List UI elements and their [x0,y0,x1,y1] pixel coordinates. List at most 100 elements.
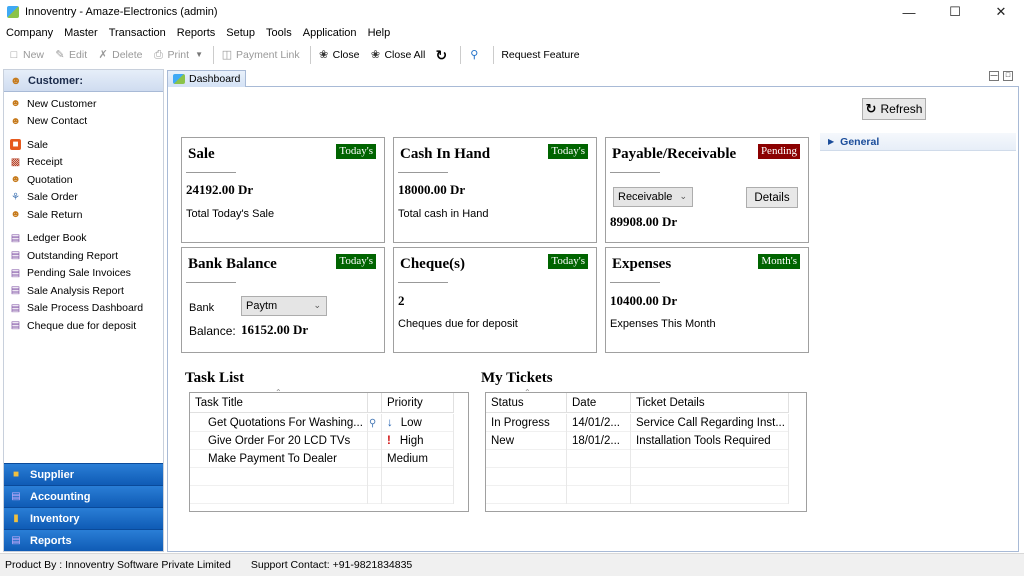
sidebar-nav-label: Inventory [30,512,80,525]
table-row[interactable]: Make Payment To Dealer Medium [190,450,454,468]
sidebar-item-new-customer[interactable]: ☻ New Customer [4,95,163,113]
close-button[interactable]: ❀ Close [318,49,359,61]
report-icon: ▤ [10,320,21,332]
column-header-ticket-details[interactable]: Ticket Details [631,393,789,413]
card-value: 2 [398,293,405,308]
table-row[interactable]: In Progress 14/01/2... Service Call Rega… [486,414,789,432]
bank-label: Bank [189,302,215,314]
menu-application[interactable]: Application [303,27,357,39]
minimize-panel-icon[interactable]: — [989,71,999,81]
toolbar-divider [493,45,495,64]
menu-setup[interactable]: Setup [226,27,255,39]
card-underline [186,172,236,173]
sidebar-nav-label: Supplier [30,468,75,481]
sidebar-item-new-contact[interactable]: ☻ New Contact [4,113,163,131]
task-list-title: Task List [185,370,245,386]
payment-link-button[interactable]: ◫ Payment Link [221,49,300,61]
card-value: 18000.00 Dr [398,182,466,197]
report-icon: ▤ [10,285,21,297]
column-header-date[interactable]: Date [567,393,631,413]
report-icon: ▤ [10,250,21,262]
close-all-button[interactable]: ❀ Close All [369,49,425,61]
search-button[interactable]: ⚲ [468,49,483,61]
sidebar-item-label: Sale Process Dashboard [27,302,144,315]
quotation-icon: ☻ [10,174,21,186]
minimize-icon[interactable]: — [886,0,932,24]
ticket-details-cell: Installation Tools Required [631,432,789,450]
edit-icon: ✎ [55,48,65,61]
sidebar-item-label: New Customer [27,97,97,110]
menu-reports[interactable]: Reports [177,27,216,39]
request-feature-button[interactable]: Request Feature [501,49,579,61]
sidebar-item-cheque-due[interactable]: ▤ Cheque due for deposit [4,317,163,335]
ticket-details-cell: Service Call Regarding Inst... [631,414,789,432]
sidebar-item-sale[interactable]: ■ Sale [4,136,163,154]
menu-transaction[interactable]: Transaction [109,27,166,39]
sidebar-nav-reports[interactable]: ▤ Reports [4,529,163,551]
menu-company[interactable]: Company [6,27,53,39]
accounting-icon: ▤ [11,490,21,502]
sidebar-item-ledger-book[interactable]: ▤ Ledger Book [4,230,163,248]
table-row[interactable]: Give Order For 20 LCD TVs ! High [190,432,454,450]
sidebar-item-outstanding-report[interactable]: ▤ Outstanding Report [4,247,163,265]
menu-help[interactable]: Help [368,27,391,39]
print-label: Print [167,48,190,61]
sort-caret-icon: ⌃ [275,388,282,397]
table-row[interactable]: New 18/01/2... Installation Tools Requir… [486,432,789,450]
restore-panel-icon[interactable]: □ [1003,71,1013,81]
status-badge: Today's [548,144,588,159]
sidebar-item-receipt[interactable]: ▩ Receipt [4,154,163,172]
general-panel-header[interactable]: ▶ General [820,133,1016,151]
ticket-status-cell: New [486,432,567,450]
sidebar-item-label: New Contact [27,115,88,128]
reload-button[interactable]: ↻ [435,46,450,63]
tab-strip: Dashboard — □ [167,69,1019,87]
sidebar-nav-supplier[interactable]: ■ Supplier [4,463,163,485]
close-window-icon[interactable]: ✕ [978,0,1024,24]
details-button[interactable]: Details [746,187,798,208]
menu-master[interactable]: Master [64,27,98,39]
print-button[interactable]: ⎙ Print [152,49,189,61]
edit-button[interactable]: ✎ Edit [54,49,87,61]
new-label: New [23,48,45,61]
sidebar-nav-inventory[interactable]: ▮ Inventory [4,507,163,529]
column-header-label: Status [491,397,524,409]
close-all-label: Close All [384,48,426,61]
status-bar: Product By : Innoventry Software Private… [0,553,1024,576]
new-button[interactable]: □ New [8,49,44,61]
sidebar-item-sale-analysis-report[interactable]: ▤ Sale Analysis Report [4,282,163,300]
card-title: Bank Balance [188,256,277,272]
bank-select[interactable]: Paytm ⌄ [241,296,327,316]
refresh-icon: ↻ [865,101,877,116]
column-header-priority[interactable]: Priority [382,393,454,413]
tab-dashboard[interactable]: Dashboard [167,70,247,87]
sidebar-header-customer[interactable]: ☻ Customer: [4,70,163,92]
sidebar-item-quotation[interactable]: ☻ Quotation [4,171,163,189]
maximize-icon[interactable]: ☐ [932,0,978,24]
tickets-grid: ⌃ Status Date Ticket Details In Progress… [485,388,807,512]
sidebar-item-sale-return[interactable]: ☻ Sale Return [4,206,163,224]
menu-tools[interactable]: Tools [266,27,292,39]
column-header-status[interactable]: ⌃ Status [486,388,567,413]
column-header-label: Ticket Details [636,397,705,409]
print-dropdown-icon[interactable]: ▼ [195,50,203,59]
down-arrow-icon: ↓ [387,417,393,429]
card-value: 24192.00 Dr [186,182,254,197]
card-title: Cheque(s) [400,256,466,272]
support-contact-text: Support Contact: +91-9821834835 [250,559,413,571]
sidebar-item-sale-process-dashboard[interactable]: ▤ Sale Process Dashboard [4,300,163,318]
delete-button[interactable]: ✗ Delete [97,49,143,61]
sidebar-item-pending-sale-invoices[interactable]: ▤ Pending Sale Invoices [4,265,163,283]
sidebar-nav-accounting[interactable]: ▤ Accounting [4,485,163,507]
receivable-select[interactable]: Receivable ⌄ [613,187,693,207]
reload-icon: ↻ [435,46,448,63]
table-row-empty [486,450,789,468]
status-badge: Today's [548,254,588,269]
table-row[interactable]: Get Quotations For Washing... ⚲ ↓ Low [190,414,454,432]
printer-icon: ⎙ [154,48,163,61]
sidebar-item-sale-order[interactable]: ⚘ Sale Order [4,189,163,207]
sidebar-nav-group: ■ Supplier ▤ Accounting ▮ Inventory ▤ Report… [4,463,163,551]
exclamation-icon: ! [387,435,391,447]
refresh-button[interactable]: ↻ Refresh [862,98,926,120]
column-header-task-title[interactable]: ⌃ Task Title [190,388,368,413]
